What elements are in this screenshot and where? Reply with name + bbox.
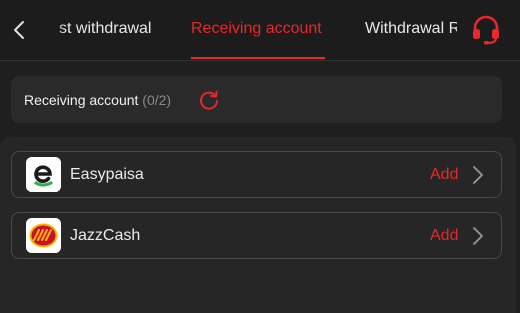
account-name: Easypaisa <box>70 166 144 183</box>
jazzcash-logo <box>26 218 61 253</box>
tab-bar: st withdrawal Receiving account Withdraw… <box>0 0 470 60</box>
add-easypaisa-button[interactable]: Add <box>430 166 458 184</box>
chevron-left-icon[interactable] <box>8 18 32 42</box>
tab-fade <box>40 0 66 60</box>
headset-icon[interactable] <box>470 14 502 46</box>
account-row-jazzcash[interactable]: JazzCash Add <box>11 212 502 259</box>
account-count: (0/2) <box>142 92 172 108</box>
top-bar: st withdrawal Receiving account Withdraw… <box>0 0 520 61</box>
refresh-icon[interactable] <box>198 89 220 111</box>
receiving-account-summary: Receiving account (0/2) <box>11 76 502 123</box>
account-row-easypaisa[interactable]: Easypaisa Add <box>11 151 502 198</box>
account-name: JazzCash <box>70 227 141 244</box>
easypaisa-logo <box>26 157 61 192</box>
chevron-right-icon <box>473 166 483 184</box>
summary-label: Receiving account (0/2) <box>24 92 172 108</box>
tab-withdrawal-records[interactable]: Withdrawal R <box>365 20 457 38</box>
active-tab-indicator <box>191 57 325 59</box>
chevron-right-icon <box>473 227 483 245</box>
tab-fastest-withdrawal[interactable]: st withdrawal <box>59 20 151 38</box>
tab-receiving-account[interactable]: Receiving account <box>191 20 322 38</box>
add-jazzcash-button[interactable]: Add <box>430 227 458 245</box>
